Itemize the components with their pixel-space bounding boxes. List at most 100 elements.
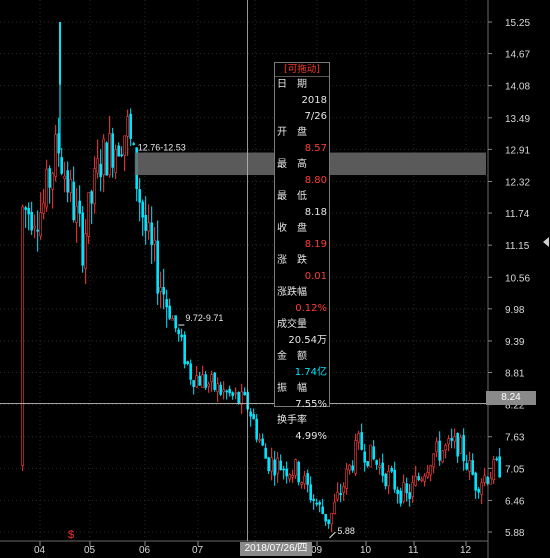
candle-body-up <box>348 464 351 471</box>
candle-body-up <box>54 134 57 177</box>
candle-body-up <box>378 465 381 468</box>
candle-body-up <box>63 175 66 180</box>
candle-body-up <box>447 438 450 445</box>
y-tick-label: 14.08 <box>505 82 530 93</box>
candle-body-down <box>327 519 330 524</box>
candle-body-down <box>60 157 63 174</box>
high-label: 最 高 <box>277 159 307 170</box>
candle-body-down <box>111 133 114 168</box>
change-value: 0.01 <box>304 271 327 282</box>
candle-body-up <box>294 459 297 476</box>
candle-body-up <box>429 465 432 476</box>
candle-body-up <box>153 239 156 245</box>
candle-body-down <box>57 133 60 154</box>
candle-body-down <box>249 411 252 417</box>
x-tick-label: 12 <box>460 545 472 556</box>
candle-body-up <box>291 475 294 478</box>
candle-body-up <box>96 158 99 174</box>
candle-body-down <box>450 438 453 441</box>
candle-body-down <box>243 391 246 396</box>
candle-body-down <box>168 305 171 319</box>
candle-body-up <box>387 470 390 487</box>
candle-body-down <box>474 472 477 491</box>
candle-body-down <box>105 142 108 176</box>
candle-body-down <box>192 380 195 387</box>
candle-body-up <box>159 287 162 292</box>
candle-body-down <box>471 460 474 475</box>
candle-body-down <box>36 229 39 232</box>
candle-body-down <box>231 392 234 396</box>
candle-body-up <box>441 450 444 463</box>
y-tick-label: 15.25 <box>505 18 530 29</box>
candle-body-up <box>483 475 486 483</box>
y-tick-label: 12.91 <box>505 145 530 156</box>
candle-body-down <box>213 372 216 390</box>
candle-body-up <box>195 375 198 388</box>
candle-body-up <box>402 482 405 502</box>
candle-body-down <box>273 459 276 476</box>
candle-body-up <box>276 457 279 474</box>
candle-body-up <box>102 138 105 176</box>
close-value: 8.19 <box>304 239 327 250</box>
candle-body-up <box>126 116 129 137</box>
candle-body-down <box>165 299 168 308</box>
y-tick-label: 9.39 <box>505 337 525 348</box>
candle-body-up <box>114 149 117 173</box>
candle-body-up <box>75 205 78 223</box>
candle-body-up <box>345 468 348 489</box>
chart-grid <box>0 0 489 558</box>
candle-body-down <box>24 207 27 210</box>
volume-label: 成交量 <box>277 319 307 330</box>
candle-body-up <box>426 472 429 478</box>
candle-body-up <box>300 482 303 485</box>
date-value: 7/26 <box>304 111 327 122</box>
candle-body-down <box>174 315 177 329</box>
panel-drag-header[interactable]: [可拖动] <box>275 63 329 77</box>
candle-body-down <box>198 375 201 386</box>
candle-body-down <box>315 502 318 505</box>
candle-body-up <box>333 501 336 514</box>
pct-value: 0.12% <box>295 303 327 314</box>
candle-body-down <box>297 461 300 483</box>
candle-body-down <box>282 468 285 471</box>
candle-body-down <box>318 502 321 505</box>
x-tick-label: 11 <box>408 545 419 556</box>
candle-body-up <box>411 482 414 497</box>
candle-body-up <box>87 192 90 237</box>
candle-body-down <box>408 492 411 499</box>
candle-body-down <box>486 476 489 484</box>
candle-body-down <box>225 390 228 393</box>
candle-body-down <box>72 181 75 221</box>
candle-body-down <box>252 414 255 420</box>
candle-body-down <box>405 483 408 494</box>
candle-body-up <box>330 512 333 525</box>
dividend-marker[interactable]: $ <box>68 529 74 541</box>
candle-body-down <box>372 446 375 460</box>
candle-body-down <box>381 462 384 476</box>
candle-body-up <box>93 168 96 205</box>
y-tick-label: 13.49 <box>505 114 530 125</box>
candle-body-down <box>399 490 402 504</box>
candle-body-up <box>342 486 345 493</box>
overlays-layer: 12.76-12.53 9.72-9.71 5.88 <box>0 0 488 541</box>
candle-body-up <box>492 459 495 481</box>
candle-body-down <box>375 460 378 465</box>
candle-body-up <box>453 435 456 442</box>
candle-body-down <box>144 214 147 231</box>
candle-body-down <box>237 391 240 404</box>
y-tick-label: 7.63 <box>505 433 525 444</box>
candle-body-down <box>306 473 309 485</box>
candle-body-down <box>177 329 180 335</box>
candle-body-down <box>48 168 51 188</box>
y-tick-label: 11.15 <box>505 241 530 252</box>
candle-body-up <box>357 433 360 443</box>
candle-body-down <box>150 222 153 246</box>
candle-body-down <box>180 334 183 338</box>
collapse-arrow-icon[interactable] <box>543 237 549 247</box>
x-tick-label: 09 <box>311 545 323 556</box>
ohlc-info-panel[interactable]: [可拖动] 日 期 2018 7/26 开 盘 8.57 最 高 8.80 最 … <box>274 62 330 442</box>
crosshair-price-label: 8.24 <box>486 391 536 405</box>
y-tick-label: 7.05 <box>505 464 525 475</box>
close-label: 收 盘 <box>277 223 307 234</box>
low-value: 8.18 <box>304 207 327 218</box>
